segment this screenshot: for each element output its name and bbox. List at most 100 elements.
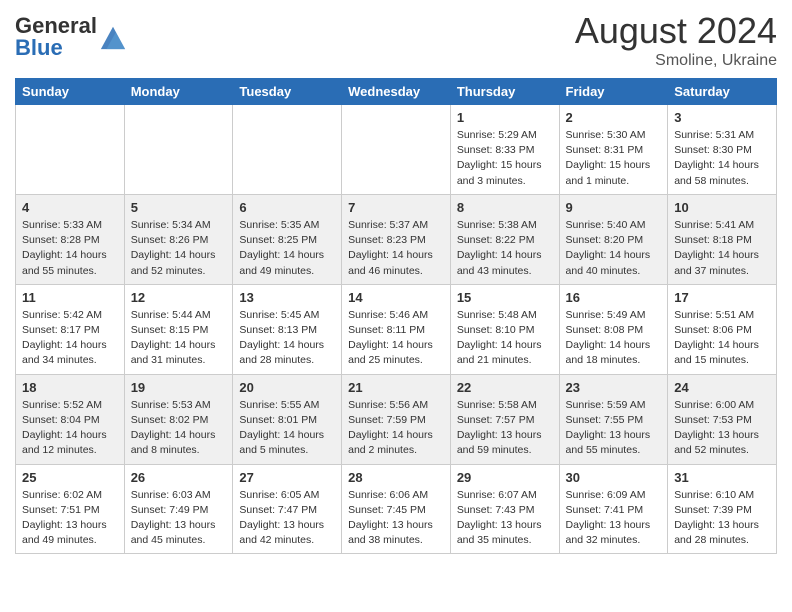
day-of-week-header: Saturday xyxy=(668,79,777,105)
day-info: Sunrise: 5:55 AM Sunset: 8:01 PM Dayligh… xyxy=(239,398,335,459)
day-number: 5 xyxy=(131,200,227,215)
day-number: 16 xyxy=(566,290,662,305)
calendar-cell: 1Sunrise: 5:29 AM Sunset: 8:33 PM Daylig… xyxy=(450,105,559,195)
calendar-cell: 9 Sunrise: 5:40 AM Sunset: 8:20 PM Daylig… xyxy=(559,194,668,284)
day-info: Sunrise: 6:05 AM Sunset: 7:47 PM Dayligh… xyxy=(239,488,335,549)
day-info: Sunrise: 5:45 AM Sunset: 8:13 PM Dayligh… xyxy=(239,308,335,369)
day-info: Sunrise: 5:41 AM Sunset: 8:18 PM Dayligh… xyxy=(674,218,770,279)
page-header: General Blue August 2024 Smoline, Ukrain… xyxy=(15,10,777,70)
day-of-week-header: Sunday xyxy=(16,79,125,105)
day-number: 30 xyxy=(566,470,662,485)
day-of-week-header: Monday xyxy=(124,79,233,105)
calendar-cell: 7 Sunrise: 5:37 AM Sunset: 8:23 PM Daylig… xyxy=(342,194,451,284)
calendar-cell xyxy=(233,105,342,195)
day-info: Sunrise: 5:29 AM Sunset: 8:33 PM Dayligh… xyxy=(457,128,553,189)
day-number: 11 xyxy=(22,290,118,305)
day-number: 28 xyxy=(348,470,444,485)
calendar-cell: 21 Sunrise: 5:56 AM Sunset: 7:59 PM Dayli… xyxy=(342,374,451,464)
day-info: Sunrise: 5:58 AM Sunset: 7:57 PM Dayligh… xyxy=(457,398,553,459)
day-of-week-header: Thursday xyxy=(450,79,559,105)
day-info: Sunrise: 6:03 AM Sunset: 7:49 PM Dayligh… xyxy=(131,488,227,549)
day-of-week-header: Friday xyxy=(559,79,668,105)
calendar-cell: 3Sunrise: 5:31 AM Sunset: 8:30 PM Daylig… xyxy=(668,105,777,195)
day-info: Sunrise: 5:44 AM Sunset: 8:15 PM Dayligh… xyxy=(131,308,227,369)
day-info: Sunrise: 5:52 AM Sunset: 8:04 PM Dayligh… xyxy=(22,398,118,459)
day-number: 29 xyxy=(457,470,553,485)
calendar-cell xyxy=(16,105,125,195)
day-info: Sunrise: 6:00 AM Sunset: 7:53 PM Dayligh… xyxy=(674,398,770,459)
day-number: 2 xyxy=(566,110,662,125)
day-number: 25 xyxy=(22,470,118,485)
day-info: Sunrise: 5:38 AM Sunset: 8:22 PM Dayligh… xyxy=(457,218,553,279)
calendar-cell: 31Sunrise: 6:10 AM Sunset: 7:39 PM Dayli… xyxy=(668,464,777,554)
calendar-cell xyxy=(124,105,233,195)
calendar-cell: 29Sunrise: 6:07 AM Sunset: 7:43 PM Dayli… xyxy=(450,464,559,554)
day-number: 18 xyxy=(22,380,118,395)
day-number: 7 xyxy=(348,200,444,215)
logo-blue: Blue xyxy=(15,35,63,60)
calendar-cell: 22 Sunrise: 5:58 AM Sunset: 7:57 PM Dayli… xyxy=(450,374,559,464)
calendar-cell: 5 Sunrise: 5:34 AM Sunset: 8:26 PM Daylig… xyxy=(124,194,233,284)
day-info: Sunrise: 5:49 AM Sunset: 8:08 PM Dayligh… xyxy=(566,308,662,369)
calendar-cell: 12 Sunrise: 5:44 AM Sunset: 8:15 PM Dayli… xyxy=(124,284,233,374)
calendar-cell: 15 Sunrise: 5:48 AM Sunset: 8:10 PM Dayli… xyxy=(450,284,559,374)
day-info: Sunrise: 6:06 AM Sunset: 7:45 PM Dayligh… xyxy=(348,488,444,549)
day-number: 15 xyxy=(457,290,553,305)
day-number: 9 xyxy=(566,200,662,215)
calendar-cell: 17Sunrise: 5:51 AM Sunset: 8:06 PM Dayli… xyxy=(668,284,777,374)
day-number: 14 xyxy=(348,290,444,305)
day-info: Sunrise: 5:40 AM Sunset: 8:20 PM Dayligh… xyxy=(566,218,662,279)
calendar-cell: 2 Sunrise: 5:30 AM Sunset: 8:31 PM Daylig… xyxy=(559,105,668,195)
calendar-week-row: 1Sunrise: 5:29 AM Sunset: 8:33 PM Daylig… xyxy=(16,105,777,195)
calendar-week-row: 25 Sunrise: 6:02 AM Sunset: 7:51 PM Dayli… xyxy=(16,464,777,554)
day-info: Sunrise: 5:56 AM Sunset: 7:59 PM Dayligh… xyxy=(348,398,444,459)
day-number: 22 xyxy=(457,380,553,395)
day-of-week-header: Wednesday xyxy=(342,79,451,105)
day-info: Sunrise: 5:59 AM Sunset: 7:55 PM Dayligh… xyxy=(566,398,662,459)
day-info: Sunrise: 5:30 AM Sunset: 8:31 PM Dayligh… xyxy=(566,128,662,189)
day-number: 6 xyxy=(239,200,335,215)
calendar-cell: 20Sunrise: 5:55 AM Sunset: 8:01 PM Dayli… xyxy=(233,374,342,464)
day-info: Sunrise: 5:53 AM Sunset: 8:02 PM Dayligh… xyxy=(131,398,227,459)
day-of-week-header: Tuesday xyxy=(233,79,342,105)
calendar-cell: 6 Sunrise: 5:35 AM Sunset: 8:25 PM Daylig… xyxy=(233,194,342,284)
day-number: 4 xyxy=(22,200,118,215)
day-info: Sunrise: 5:34 AM Sunset: 8:26 PM Dayligh… xyxy=(131,218,227,279)
location: Smoline, Ukraine xyxy=(575,52,777,70)
calendar-cell: 4 Sunrise: 5:33 AM Sunset: 8:28 PM Daylig… xyxy=(16,194,125,284)
day-number: 3 xyxy=(674,110,770,125)
title-block: August 2024 Smoline, Ukraine xyxy=(575,10,777,70)
calendar-cell: 10 Sunrise: 5:41 AM Sunset: 8:18 PM Dayli… xyxy=(668,194,777,284)
day-number: 10 xyxy=(674,200,770,215)
calendar-cell: 27 Sunrise: 6:05 AM Sunset: 7:47 PM Dayli… xyxy=(233,464,342,554)
day-info: Sunrise: 5:48 AM Sunset: 8:10 PM Dayligh… xyxy=(457,308,553,369)
day-number: 17 xyxy=(674,290,770,305)
calendar-header-row: SundayMondayTuesdayWednesdayThursdayFrid… xyxy=(16,79,777,105)
day-number: 23 xyxy=(566,380,662,395)
day-info: Sunrise: 6:10 AM Sunset: 7:39 PM Dayligh… xyxy=(674,488,770,549)
calendar-cell: 19 Sunrise: 5:53 AM Sunset: 8:02 PM Dayli… xyxy=(124,374,233,464)
day-info: Sunrise: 6:09 AM Sunset: 7:41 PM Dayligh… xyxy=(566,488,662,549)
calendar-table: SundayMondayTuesdayWednesdayThursdayFrid… xyxy=(15,78,777,554)
calendar-cell: 28 Sunrise: 6:06 AM Sunset: 7:45 PM Dayli… xyxy=(342,464,451,554)
day-number: 21 xyxy=(348,380,444,395)
logo-icon xyxy=(99,23,127,51)
calendar-cell: 13 Sunrise: 5:45 AM Sunset: 8:13 PM Dayli… xyxy=(233,284,342,374)
calendar-cell: 18 Sunrise: 5:52 AM Sunset: 8:04 PM Dayli… xyxy=(16,374,125,464)
day-info: Sunrise: 5:37 AM Sunset: 8:23 PM Dayligh… xyxy=(348,218,444,279)
day-info: Sunrise: 5:46 AM Sunset: 8:11 PM Dayligh… xyxy=(348,308,444,369)
day-number: 27 xyxy=(239,470,335,485)
calendar-cell: 26Sunrise: 6:03 AM Sunset: 7:49 PM Dayli… xyxy=(124,464,233,554)
day-number: 8 xyxy=(457,200,553,215)
day-number: 13 xyxy=(239,290,335,305)
day-info: Sunrise: 5:33 AM Sunset: 8:28 PM Dayligh… xyxy=(22,218,118,279)
day-info: Sunrise: 6:02 AM Sunset: 7:51 PM Dayligh… xyxy=(22,488,118,549)
calendar-week-row: 11 Sunrise: 5:42 AM Sunset: 8:17 PM Dayli… xyxy=(16,284,777,374)
calendar-cell xyxy=(342,105,451,195)
day-number: 12 xyxy=(131,290,227,305)
day-number: 19 xyxy=(131,380,227,395)
day-info: Sunrise: 5:42 AM Sunset: 8:17 PM Dayligh… xyxy=(22,308,118,369)
day-info: Sunrise: 5:35 AM Sunset: 8:25 PM Dayligh… xyxy=(239,218,335,279)
calendar-cell: 11 Sunrise: 5:42 AM Sunset: 8:17 PM Dayli… xyxy=(16,284,125,374)
calendar-cell: 30 Sunrise: 6:09 AM Sunset: 7:41 PM Dayli… xyxy=(559,464,668,554)
